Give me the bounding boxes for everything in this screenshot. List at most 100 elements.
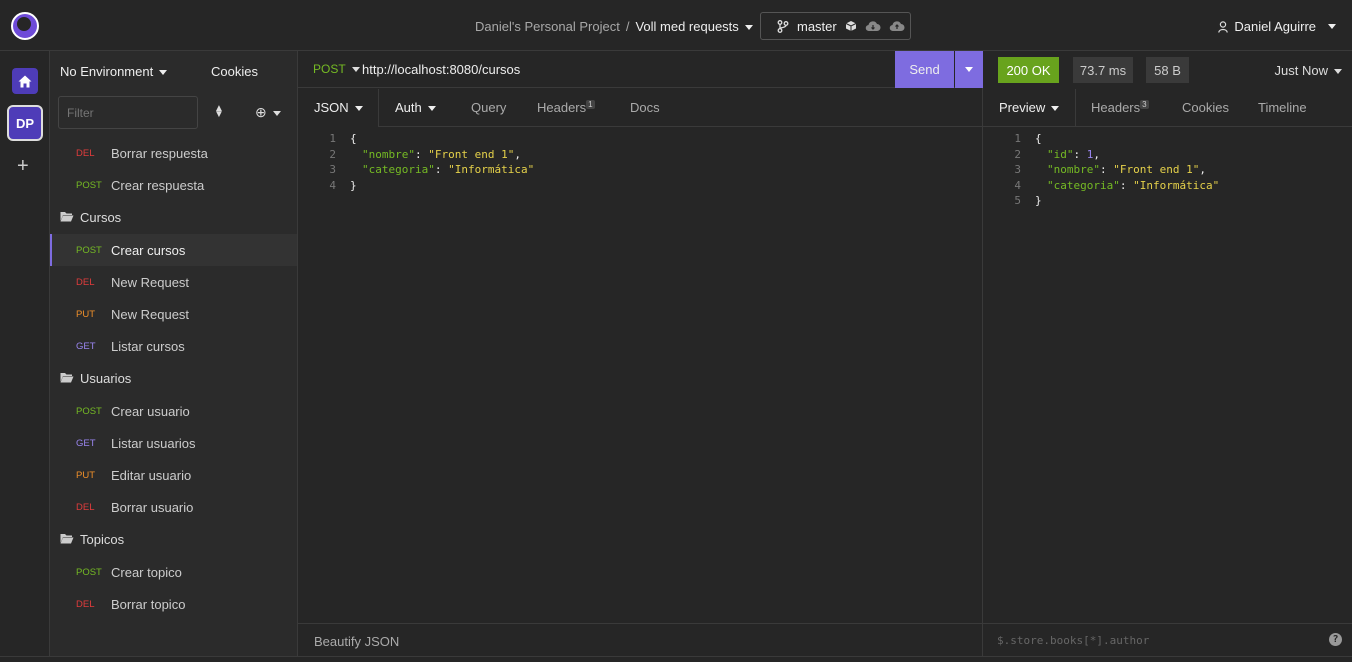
chevron-down-icon <box>272 110 281 116</box>
tab-body-json[interactable]: JSON <box>314 100 363 115</box>
cloud-pull-icon[interactable] <box>865 20 881 32</box>
chevron-down-icon <box>159 70 168 76</box>
response-filter-input[interactable]: $.store.books[*].author ? <box>983 623 1352 656</box>
send-options-button[interactable] <box>955 51 983 88</box>
breadcrumb: Daniel's Personal Project / Voll med reque… <box>475 19 753 34</box>
help-icon[interactable]: ? <box>1329 633 1342 646</box>
response-code-line: 5} <box>983 193 1219 209</box>
cloud-push-icon[interactable] <box>889 20 905 32</box>
colon: : <box>434 163 449 176</box>
tab-preview[interactable]: Preview <box>999 100 1060 115</box>
sidebar-request-item[interactable]: POST Crear topico <box>50 556 297 588</box>
add-workspace-button[interactable]: + <box>17 155 29 178</box>
folder-usuarios[interactable]: Usuarios <box>50 362 297 395</box>
method-tag: DEL <box>76 276 95 288</box>
json-key: "id" <box>1047 147 1074 161</box>
filter-input[interactable] <box>58 96 198 129</box>
request-label: Crear respuesta <box>111 177 205 193</box>
method-tag: POST <box>76 244 102 256</box>
tab-body-json-label: JSON <box>314 100 349 115</box>
code-punct: } <box>350 178 357 192</box>
json-value: "Informática" <box>448 163 535 176</box>
trailing-comma: , <box>514 147 521 161</box>
response-filter-placeholder: $.store.books[*].author <box>997 634 1150 647</box>
chevron-down-icon <box>354 106 363 112</box>
sidebar-request-item[interactable]: POST Crear respuesta <box>50 169 297 201</box>
request-label: Borrar usuario <box>111 499 194 515</box>
sidebar-request-item[interactable]: DEL Borrar topico <box>50 588 297 620</box>
trailing-comma: , <box>1093 147 1100 161</box>
colon: : <box>1119 178 1134 192</box>
method-tag: PUT <box>76 469 95 481</box>
sidebar-request-item[interactable]: GET Listar cursos <box>50 330 297 362</box>
plus-circle-icon: ⊕ <box>255 104 267 120</box>
folder-topicos[interactable]: Topicos <box>50 523 297 556</box>
chevron-down-icon <box>965 67 973 72</box>
tab-response-cookies[interactable]: Cookies <box>1182 100 1229 115</box>
sidebar-request-item[interactable]: POST Crear usuario <box>50 395 297 427</box>
add-request-button[interactable]: ⊕ <box>255 104 281 121</box>
folder-open-icon <box>60 532 74 547</box>
line-number: 2 <box>329 147 336 161</box>
branch-label: master <box>797 18 837 34</box>
response-pane: 200 OK 73.7 ms 58 B Just Now Preview Hea… <box>983 51 1352 656</box>
request-label: New Request <box>111 306 190 322</box>
project-link[interactable]: Daniel's Personal Project <box>475 19 620 34</box>
home-icon <box>18 75 32 87</box>
line-number: 4 <box>329 178 336 192</box>
sidebar-request-item[interactable]: DEL Borrar usuario <box>50 491 297 523</box>
history-dropdown[interactable]: Just Now <box>1275 63 1342 78</box>
status-strip <box>0 656 1352 662</box>
tab-headers-label: Headers <box>537 100 587 115</box>
method-dropdown[interactable]: POST <box>313 62 360 76</box>
chevron-down-icon <box>1328 24 1336 29</box>
send-button[interactable]: Send <box>895 51 954 88</box>
json-value: "Informática" <box>1133 178 1220 192</box>
tab-timeline[interactable]: Timeline <box>1258 100 1307 115</box>
sidebar-request-item[interactable]: GET Listar usuarios <box>50 427 297 459</box>
folder-cursos[interactable]: Cursos <box>50 201 297 234</box>
cookies-button[interactable]: Cookies <box>211 64 258 79</box>
folder-open-icon <box>60 210 74 225</box>
tab-auth-label: Auth <box>395 100 422 115</box>
code-line: 3 "categoria": "Informática" <box>298 162 534 178</box>
user-menu[interactable]: Daniel Aguirre <box>1218 19 1336 34</box>
sort-icon[interactable]: ▲ ▼ <box>214 104 224 120</box>
url-input[interactable]: http://localhost:8080/cursos <box>362 62 520 77</box>
request-body-editor[interactable]: 1{2 "nombre": "Front end 1", 3 "categoria":… <box>298 131 534 193</box>
chevron-down-icon <box>1051 106 1060 112</box>
home-button[interactable] <box>12 68 38 94</box>
trailing-comma: , <box>1199 163 1206 176</box>
cube-icon[interactable] <box>845 20 857 32</box>
branch-selector[interactable]: master <box>760 12 911 40</box>
environment-dropdown[interactable]: No Environment <box>60 64 168 79</box>
workspace-avatar[interactable]: DP <box>7 105 43 141</box>
app-logo-icon[interactable] <box>11 12 39 40</box>
line-number: 5 <box>1014 194 1021 207</box>
response-tabs: Preview Headers 3 Cookies Timeline <box>983 89 1352 127</box>
line-number: 1 <box>329 132 336 145</box>
collection-dropdown[interactable]: Voll med requests <box>635 19 753 34</box>
tab-query[interactable]: Query <box>471 100 506 115</box>
line-number: 3 <box>1014 163 1021 176</box>
sidebar-request-item[interactable]: DEL New Request <box>50 266 297 298</box>
sidebar-request-item[interactable]: POST Crear cursos <box>50 234 297 266</box>
sidebar-request-item[interactable]: DEL Borrar respuesta <box>50 137 297 169</box>
request-label: Editar usuario <box>111 467 192 483</box>
tab-response-headers[interactable]: Headers 3 <box>1091 100 1149 115</box>
tab-docs[interactable]: Docs <box>630 100 660 115</box>
json-key: "categoria" <box>362 163 435 176</box>
line-number: 2 <box>1014 147 1021 161</box>
sidebar-request-item[interactable]: PUT Editar usuario <box>50 459 297 491</box>
workspace-rail: DP + <box>0 51 50 656</box>
response-body-viewer: 1{2 "id": 1, 3 "nombre": "Front end 1", 4 "ca… <box>983 131 1219 209</box>
history-label: Just Now <box>1274 63 1328 78</box>
beautify-json-button[interactable]: Beautify JSON <box>298 623 983 656</box>
json-key: "nombre" <box>362 147 415 161</box>
request-pane: POST http://localhost:8080/cursos Send J… <box>298 51 983 656</box>
tab-auth[interactable]: Auth <box>395 100 436 115</box>
response-headers-count-badge: 3 <box>1140 100 1149 109</box>
code-line: 1{ <box>298 131 534 147</box>
sidebar-request-item[interactable]: PUT New Request <box>50 298 297 330</box>
tab-headers[interactable]: Headers 1 <box>537 100 595 115</box>
